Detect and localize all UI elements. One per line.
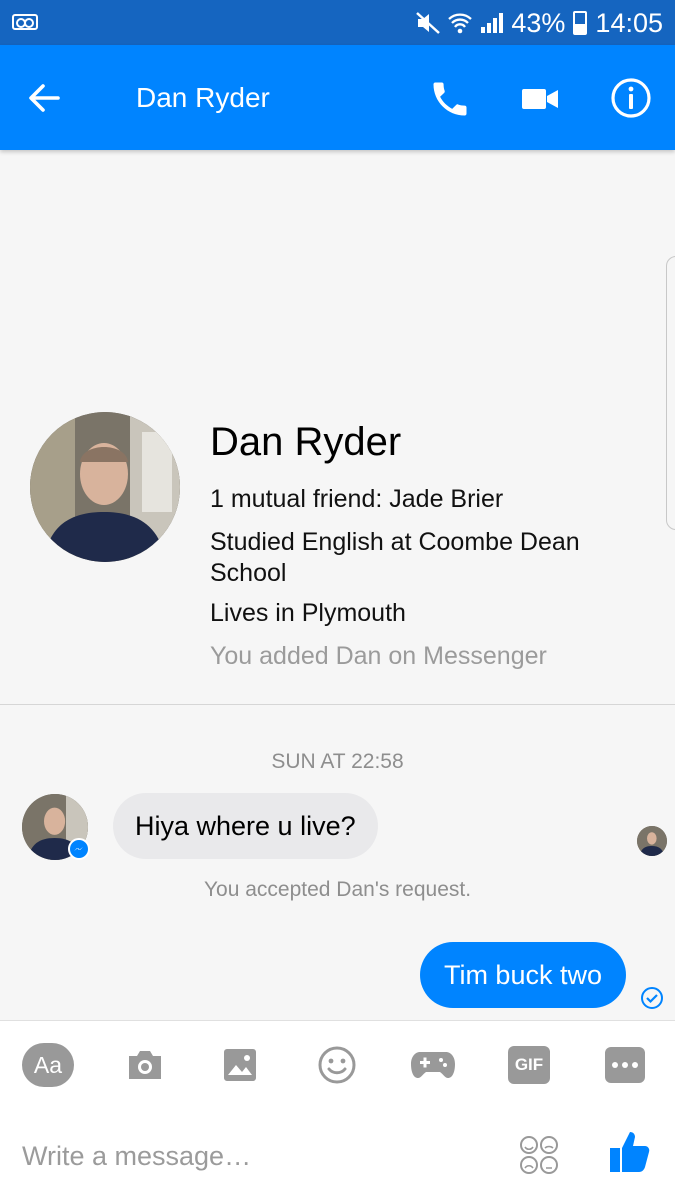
scroll-edge [666,256,675,530]
education-info: Studied English at Coombe Dean School [210,528,580,587]
thumbs-up-icon[interactable] [606,1128,652,1176]
battery-percent: 43% [511,7,566,38]
mute-icon [415,11,441,35]
gif-button[interactable]: GIF [508,1046,550,1084]
divider [0,704,675,705]
location-info: Lives in Plymouth [210,599,406,627]
message-input[interactable] [22,1134,492,1178]
contact-title[interactable]: Dan Ryder [136,80,270,116]
wifi-icon [447,11,473,35]
request-accepted-note: You accepted Dan's request. [203,878,472,901]
profile-avatar[interactable] [30,412,180,562]
video-camera-icon[interactable] [518,77,562,121]
incoming-message[interactable]: Hiya where u live? [113,793,378,859]
conversation-header: Dan Ryder [0,45,675,150]
battery-icon [573,11,588,35]
outgoing-message[interactable]: Tim buck two [419,942,626,1008]
text-style-button[interactable]: Aa [22,1043,74,1087]
info-icon[interactable] [608,75,654,121]
signal-icon [479,11,505,35]
battery-fill [575,24,586,33]
clock: 14:05 [595,7,663,38]
messenger-badge-icon [68,838,90,860]
games-icon[interactable] [410,1043,456,1087]
more-icon[interactable] [605,1047,645,1083]
seen-receipt-avatar [637,826,667,856]
added-note: You added Dan on Messenger [210,642,547,670]
back-arrow-icon[interactable] [24,78,64,118]
voicemail-icon [12,14,38,30]
stickers-icon[interactable] [518,1134,560,1176]
camera-icon[interactable] [123,1043,167,1087]
emoji-icon[interactable] [316,1043,358,1087]
mutual-friends[interactable]: 1 mutual friend: Jade Brier [210,484,630,515]
profile-name: Dan Ryder [210,420,402,464]
delivered-check-icon [640,986,664,1010]
status-bar: 43% 14:05 [0,0,675,45]
gallery-icon[interactable] [220,1043,260,1087]
status-icons: 43% 14:05 [415,6,663,40]
phone-icon[interactable] [428,77,472,121]
message-timestamp: SUN AT 22:58 [271,750,404,773]
